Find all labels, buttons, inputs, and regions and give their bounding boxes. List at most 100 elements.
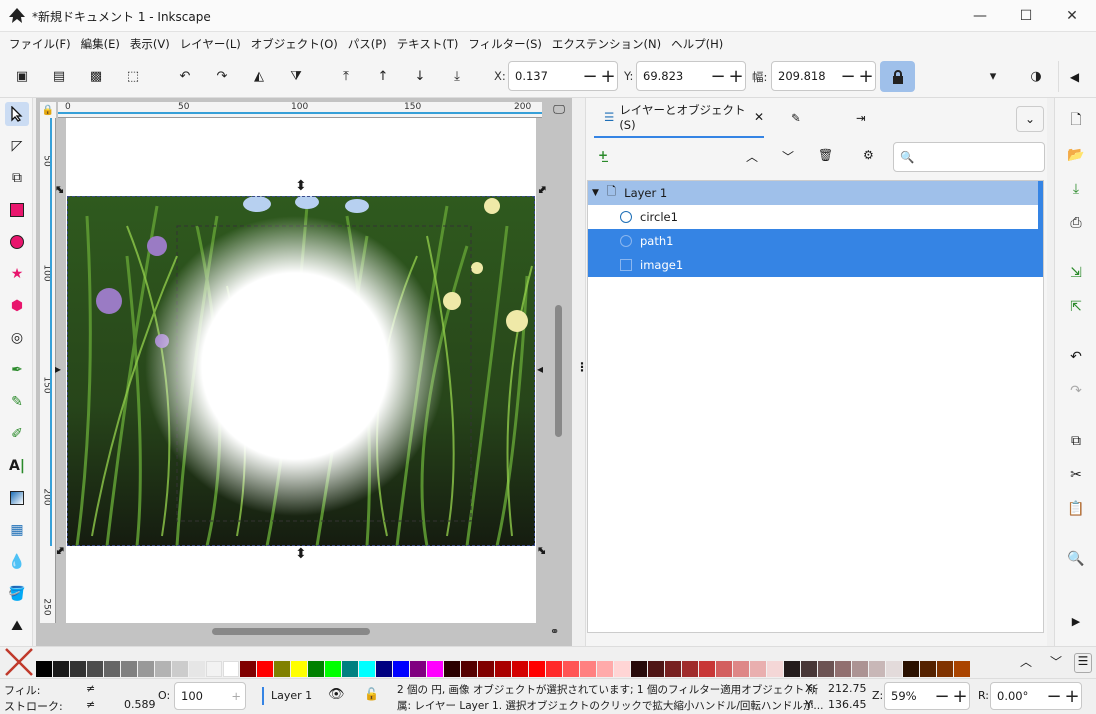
- vertical-scrollbar[interactable]: [555, 305, 562, 437]
- layer-lock-icon[interactable]: 🔓: [364, 687, 379, 701]
- color-swatch[interactable]: [308, 661, 324, 677]
- select-same-icon[interactable]: ▩: [85, 65, 107, 87]
- color-swatch[interactable]: [835, 661, 851, 677]
- color-swatch[interactable]: [410, 661, 426, 677]
- width-increment-icon[interactable]: +: [857, 66, 875, 87]
- x-increment-icon[interactable]: +: [599, 66, 617, 87]
- scale-handle-right[interactable]: ◂: [537, 362, 543, 376]
- tab-layers-objects[interactable]: ☰ レイヤーとオブジェクト(S) ✕: [594, 98, 764, 138]
- width-decrement-icon[interactable]: −: [839, 66, 857, 87]
- menu-file[interactable]: ファイル(F): [4, 36, 76, 52]
- rotate-ccw-icon[interactable]: ↶: [174, 65, 196, 87]
- color-swatch[interactable]: [563, 661, 579, 677]
- rotate-cw-step-icon[interactable]: +: [1063, 686, 1081, 707]
- color-swatch[interactable]: [376, 661, 392, 677]
- select-all-icon[interactable]: ▣: [11, 65, 33, 87]
- open-document-icon[interactable]: 📂: [1065, 144, 1087, 166]
- calligraphy-tool-icon[interactable]: ✐: [5, 422, 29, 446]
- color-swatch[interactable]: [155, 661, 171, 677]
- color-swatch[interactable]: [869, 661, 885, 677]
- color-swatch[interactable]: [750, 661, 766, 677]
- menu-path[interactable]: パス(P): [343, 36, 392, 52]
- color-swatch[interactable]: [818, 661, 834, 677]
- color-swatch[interactable]: [665, 661, 681, 677]
- object-row[interactable]: image1: [588, 253, 1038, 277]
- dropper-tool-icon[interactable]: 💧: [5, 550, 29, 574]
- color-swatch[interactable]: [342, 661, 358, 677]
- color-swatch[interactable]: [886, 661, 902, 677]
- text-tool-icon[interactable]: A |: [5, 454, 29, 478]
- palette-menu-icon[interactable]: ☰: [1074, 653, 1092, 673]
- color-swatch[interactable]: [614, 661, 630, 677]
- color-swatch[interactable]: [70, 661, 86, 677]
- search-input[interactable]: 🔍: [893, 142, 1045, 172]
- color-swatch[interactable]: [257, 661, 273, 677]
- close-tab-icon[interactable]: ✕: [754, 110, 764, 124]
- menu-object[interactable]: オブジェクト(O): [246, 36, 343, 52]
- y-field[interactable]: 69.823 − +: [636, 61, 746, 91]
- x-decrement-icon[interactable]: −: [581, 66, 599, 87]
- layer-row[interactable]: ▼ 🗋 Layer 1: [588, 181, 1038, 205]
- color-swatch[interactable]: [784, 661, 800, 677]
- color-swatch[interactable]: [121, 661, 137, 677]
- export-icon[interactable]: ⇱: [1065, 296, 1087, 318]
- color-swatch[interactable]: [274, 661, 290, 677]
- palette-scroll-down-icon[interactable]: ﹀: [1050, 653, 1062, 670]
- color-swatch[interactable]: [206, 661, 222, 677]
- selector-tool-icon[interactable]: [5, 102, 29, 126]
- visibility-eye-icon[interactable]: 👁: [328, 687, 345, 702]
- expand-arrow-icon[interactable]: ▼: [592, 188, 599, 198]
- y-decrement-icon[interactable]: −: [709, 66, 727, 87]
- color-swatch[interactable]: [461, 661, 477, 677]
- mesh-tool-icon[interactable]: ▦: [5, 518, 29, 542]
- scale-handle-left[interactable]: ▸: [55, 362, 61, 376]
- color-swatch[interactable]: [648, 661, 664, 677]
- menu-extensions[interactable]: エクステンション(N): [547, 36, 666, 52]
- lower-icon[interactable]: ↓: [409, 65, 431, 87]
- raise-to-top-icon[interactable]: ⤒: [335, 65, 357, 87]
- color-swatch[interactable]: [223, 661, 239, 677]
- object-row[interactable]: circle1: [588, 205, 1038, 229]
- object-row[interactable]: path1: [588, 229, 1038, 253]
- color-swatch[interactable]: [699, 661, 715, 677]
- move-down-icon[interactable]: ﹀: [782, 148, 794, 165]
- 3d-box-tool-icon[interactable]: ⬢: [5, 294, 29, 318]
- menu-text[interactable]: テキスト(T): [392, 36, 464, 52]
- color-swatch[interactable]: [903, 661, 919, 677]
- delete-icon[interactable]: 🗑: [818, 148, 833, 162]
- menu-help[interactable]: ヘルプ(H): [666, 36, 728, 52]
- color-swatch[interactable]: [291, 661, 307, 677]
- color-swatch[interactable]: [767, 661, 783, 677]
- color-swatch[interactable]: [53, 661, 69, 677]
- x-field[interactable]: 0.137 − +: [508, 61, 618, 91]
- circle-tool-icon[interactable]: [5, 230, 29, 254]
- color-swatch[interactable]: [631, 661, 647, 677]
- tweak-tool-icon[interactable]: ⛰: [5, 614, 29, 638]
- paste-icon[interactable]: 📋: [1065, 498, 1087, 520]
- redo-icon[interactable]: ↷: [1065, 380, 1087, 402]
- rotation-field[interactable]: 0.00° − +: [990, 682, 1082, 710]
- scale-handle-top[interactable]: ⬍: [295, 178, 307, 194]
- minimize-button[interactable]: —: [957, 0, 1003, 32]
- color-swatch[interactable]: [444, 661, 460, 677]
- color-swatch[interactable]: [529, 661, 545, 677]
- more-commands-icon[interactable]: ▶: [1065, 610, 1087, 632]
- menu-edit[interactable]: 編集(E): [76, 36, 125, 52]
- color-swatch[interactable]: [733, 661, 749, 677]
- color-swatch[interactable]: [359, 661, 375, 677]
- scale-handle-bottom[interactable]: ⬍: [295, 546, 307, 562]
- opacity-field[interactable]: 100 +: [174, 682, 246, 710]
- width-field[interactable]: 209.818 − +: [771, 61, 876, 91]
- color-swatch[interactable]: [172, 661, 188, 677]
- undo-icon[interactable]: ↶: [1065, 346, 1087, 368]
- color-swatch[interactable]: [801, 661, 817, 677]
- fill-value[interactable]: ≠: [86, 682, 95, 695]
- y-increment-icon[interactable]: +: [727, 66, 745, 87]
- add-layer-icon[interactable]: +̲: [598, 148, 608, 162]
- menu-filters[interactable]: フィルター(S): [463, 36, 547, 52]
- color-swatch[interactable]: [546, 661, 562, 677]
- image1-on-canvas[interactable]: [67, 196, 535, 546]
- select-all-layers-icon[interactable]: ▤: [48, 65, 70, 87]
- color-swatch[interactable]: [325, 661, 341, 677]
- save-icon[interactable]: ⤓: [1065, 178, 1087, 200]
